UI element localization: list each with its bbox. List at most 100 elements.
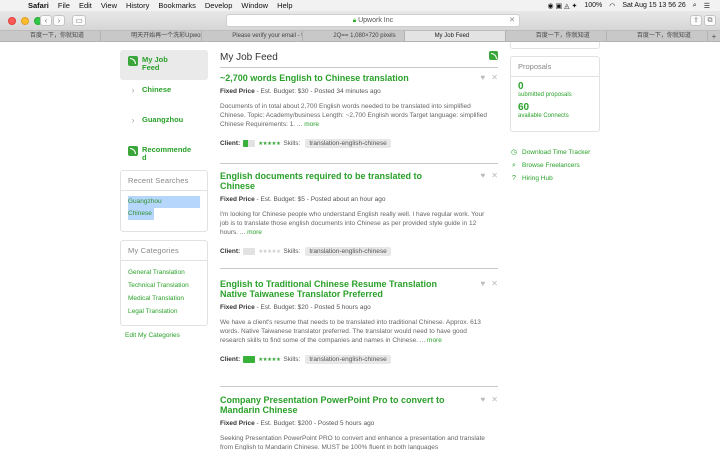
- category-link[interactable]: Technical Translation: [128, 279, 200, 292]
- menu-window[interactable]: Window: [241, 1, 268, 10]
- category-link[interactable]: Legal Translation: [128, 305, 200, 318]
- search-icon: ⌕: [512, 161, 516, 169]
- menu-app-name[interactable]: Safari: [28, 1, 49, 10]
- menu-bar-status: ◉ ▣ ◬ ✦ 100% ◠ Sat Aug 15 13 56 26 ⌕ ☰: [548, 0, 710, 11]
- spotlight-search-icon[interactable]: ⌕: [693, 2, 697, 10]
- browser-tab[interactable]: 百度一下，你就知道: [607, 31, 708, 41]
- client-verified-bar: [243, 356, 256, 363]
- download-time-tracker-link[interactable]: ◷ Download Time Tracker: [510, 146, 590, 159]
- submitted-proposals-stat[interactable]: 0 submitted proposals: [511, 77, 599, 98]
- dismiss-icon[interactable]: ✕: [491, 73, 498, 82]
- battery-percent[interactable]: 100%: [584, 2, 602, 9]
- wifi-icon[interactable]: ◠: [609, 2, 615, 10]
- sidebar-item-guangzhou[interactable]: › Guangzhou: [120, 110, 208, 140]
- job-meta: Fixed Price - Est. Budget: $200 - Posted…: [220, 420, 498, 427]
- new-tab-button[interactable]: +: [708, 31, 720, 41]
- rss-icon[interactable]: [489, 51, 498, 60]
- tab-overview-icon[interactable]: ⧉: [704, 15, 716, 26]
- stop-loading-icon[interactable]: ✕: [509, 15, 515, 26]
- browser-tab[interactable]: 明天开始再一个洗彩Upwork全文特...: [101, 31, 203, 41]
- job-description: I'm looking for Chinese people who under…: [220, 210, 492, 237]
- question-icon: ?: [512, 174, 516, 182]
- recent-search-item[interactable]: Guangzhou: [128, 196, 200, 208]
- menu-history[interactable]: History: [126, 1, 149, 10]
- proposals-title: Proposals: [511, 57, 599, 77]
- client-verified-fill: [243, 140, 249, 147]
- hiring-hub-link[interactable]: ? Hiring Hub: [510, 172, 590, 185]
- dismiss-icon[interactable]: ✕: [491, 395, 498, 404]
- browser-tab[interactable]: 2Q== 1,080×720 pixels: [303, 31, 405, 41]
- my-categories-title: My Categories: [121, 241, 207, 261]
- job-title[interactable]: English to Traditional Chinese Resume Tr…: [220, 279, 450, 299]
- menu-help[interactable]: Help: [277, 1, 292, 10]
- browser-tab[interactable]: Please verify your email - Upwork: [202, 31, 304, 41]
- address-bar-url: Upwork Inc: [358, 17, 394, 24]
- client-verified-fill: [243, 356, 256, 363]
- client-rating-stars: ★★★★★: [258, 248, 281, 255]
- forward-button[interactable]: ›: [53, 15, 65, 26]
- browser-tab[interactable]: 百度一下，你就知道: [0, 31, 102, 41]
- sidebar-nav: My Job Feed › Chinese › Guangzhou Recomm…: [120, 50, 208, 170]
- recent-search-item[interactable]: Chinese: [128, 208, 154, 220]
- job-card[interactable]: English to Traditional Chinese Resume Tr…: [220, 279, 498, 364]
- category-link[interactable]: General Translation: [128, 266, 200, 279]
- available-connects-stat[interactable]: 60 available Connects: [511, 98, 599, 119]
- sidebar-item-chinese[interactable]: › Chinese: [120, 80, 208, 110]
- client-rating-stars: ★★★★★: [258, 356, 281, 363]
- browser-tab[interactable]: 百度一下，你就知道: [506, 31, 607, 41]
- skill-tag[interactable]: translation-english-chinese: [305, 247, 391, 256]
- menu-develop[interactable]: Develop: [205, 1, 233, 10]
- job-actions: ♥ ✕: [481, 279, 498, 288]
- back-button[interactable]: ‹: [40, 15, 52, 26]
- share-icon[interactable]: ⇪: [690, 15, 702, 26]
- submitted-proposals-count: 0: [518, 81, 524, 92]
- job-title[interactable]: Company Presentation PowerPoint Pro to c…: [220, 395, 450, 415]
- job-actions: ♥ ✕: [481, 395, 498, 404]
- job-type: Fixed Price: [220, 88, 255, 95]
- browser-tab-active[interactable]: My Job Feed: [404, 31, 506, 41]
- job-card[interactable]: English documents required to be transla…: [220, 171, 498, 256]
- notification-center-icon[interactable]: ☰: [704, 2, 710, 10]
- skill-tag[interactable]: translation-english-chinese: [305, 355, 391, 364]
- address-bar[interactable]: 🔒︎ Upwork Inc ✕: [226, 14, 520, 27]
- more-link[interactable]: more: [247, 229, 262, 236]
- divider: [220, 268, 498, 269]
- available-connects-count: 60: [518, 102, 530, 113]
- close-window-button[interactable]: [8, 17, 16, 25]
- category-link[interactable]: Medical Translation: [128, 292, 200, 305]
- chevron-right-icon: ›: [131, 115, 135, 125]
- minimize-window-button[interactable]: [21, 17, 29, 25]
- menu-view[interactable]: View: [101, 1, 117, 10]
- heart-icon[interactable]: ♥: [481, 171, 486, 180]
- dismiss-icon[interactable]: ✕: [491, 171, 498, 180]
- skill-tag[interactable]: translation-english-chinese: [305, 139, 391, 148]
- job-client-row: Client: ★★★★★ Skills: translation-englis…: [220, 355, 498, 364]
- sidebar-item-recommended[interactable]: Recommended: [120, 140, 208, 170]
- browse-freelancers-link[interactable]: ⌕ Browse Freelancers: [510, 159, 590, 172]
- more-link[interactable]: more: [427, 337, 442, 344]
- job-type: Fixed Price: [220, 420, 255, 427]
- heart-icon[interactable]: ♥: [481, 395, 486, 404]
- link-label: Download Time Tracker: [522, 149, 591, 156]
- macos-menu-bar: Safari File Edit View History Bookmarks …: [0, 0, 720, 11]
- divider: [220, 67, 498, 68]
- sidebar-item-my-job-feed[interactable]: My Job Feed: [120, 50, 208, 80]
- link-label: Browse Freelancers: [522, 162, 580, 169]
- edit-categories-link[interactable]: Edit My Categories: [125, 332, 180, 339]
- dismiss-icon[interactable]: ✕: [491, 279, 498, 288]
- clock[interactable]: Sat Aug 15 13 56 26: [622, 2, 685, 9]
- heart-icon[interactable]: ♥: [481, 73, 486, 82]
- menu-file[interactable]: File: [58, 1, 70, 10]
- more-link[interactable]: more: [304, 121, 319, 128]
- top-widget-edge: [510, 42, 600, 49]
- job-card[interactable]: Company Presentation PowerPoint Pro to c…: [220, 395, 498, 450]
- menu-bookmarks[interactable]: Bookmarks: [158, 1, 196, 10]
- status-icons[interactable]: ◉ ▣ ◬ ✦: [548, 2, 578, 10]
- sidebar-toggle-icon[interactable]: ▭: [72, 15, 86, 26]
- job-card[interactable]: ~2,700 words English to Chinese translat…: [220, 73, 498, 148]
- menu-edit[interactable]: Edit: [79, 1, 92, 10]
- heart-icon[interactable]: ♥: [481, 279, 486, 288]
- job-title[interactable]: English documents required to be transla…: [220, 171, 450, 191]
- sidebar-item-label: My Job Feed: [142, 55, 168, 72]
- job-title[interactable]: ~2,700 words English to Chinese translat…: [220, 73, 450, 83]
